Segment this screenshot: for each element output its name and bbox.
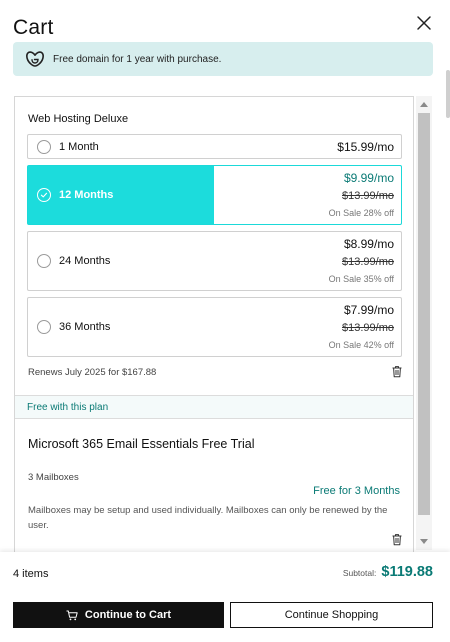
subtotal: Subtotal: $119.88 (343, 564, 433, 580)
term-original-price: $13.99/mo (342, 322, 394, 334)
term-sale-text: On Sale 42% off (328, 340, 394, 350)
term-option-36-months[interactable]: 36 Months $7.99/mo $13.99/mo On Sale 42%… (27, 297, 402, 357)
selected-highlight (28, 166, 214, 224)
term-label: 12 Months (59, 189, 114, 201)
radio-button[interactable] (37, 254, 51, 268)
cart-footer: 4 items Subtotal: $119.88 Continue to Ca… (0, 552, 450, 642)
check-circle-icon[interactable] (37, 188, 51, 202)
continue-shopping-label: Continue Shopping (284, 609, 379, 621)
term-label: 36 Months (59, 321, 111, 333)
addon-description: Mailboxes may be setup and used individu… (28, 505, 388, 531)
addon-free-text: Free for 3 Months (313, 485, 400, 497)
trash-icon[interactable] (391, 365, 403, 378)
shopping-cart-icon (66, 610, 78, 620)
radio-button[interactable] (37, 140, 51, 154)
page-title: Cart (13, 16, 54, 39)
close-icon[interactable] (413, 12, 435, 34)
items-count: 4 items (13, 568, 49, 580)
term-sale-text: On Sale 28% off (328, 208, 394, 218)
scroll-down-arrow-icon[interactable] (420, 539, 428, 544)
free-with-plan-bar: Free with this plan (15, 395, 413, 419)
subtotal-label: Subtotal: (342, 568, 377, 578)
scroll-thumb[interactable] (418, 113, 430, 515)
term-original-price: $13.99/mo (342, 190, 394, 202)
term-price: $9.99/mo (343, 171, 394, 185)
term-label: 24 Months (59, 255, 111, 267)
term-sale-text: On Sale 35% off (328, 274, 394, 284)
term-price: $8.99/mo (343, 237, 394, 251)
continue-to-cart-label: Continue to Cart (84, 609, 172, 621)
term-option-1-month[interactable]: 1 Month $15.99/mo (27, 134, 402, 159)
term-price: $7.99/mo (343, 303, 394, 317)
radio-button[interactable] (37, 320, 51, 334)
term-price: $15.99/mo (337, 140, 394, 154)
term-original-price: $13.99/mo (342, 256, 394, 268)
trash-icon[interactable] (391, 533, 403, 546)
promo-banner: Free domain for 1 year with purchase. (13, 42, 433, 76)
promo-text: Free domain for 1 year with purchase. (53, 53, 222, 65)
scroll-up-arrow-icon[interactable] (420, 102, 428, 107)
subtotal-value: $119.88 (381, 564, 433, 580)
term-label: 1 Month (59, 141, 99, 153)
mailbox-count: 3 Mailboxes (28, 472, 79, 483)
continue-to-cart-button[interactable]: Continue to Cart (13, 602, 224, 628)
addon-title: Microsoft 365 Email Essentials Free Tria… (28, 437, 255, 451)
page-scrollbar[interactable] (446, 70, 450, 118)
product-name: Web Hosting Deluxe (28, 113, 129, 125)
renewal-text: Renews July 2025 for $167.88 (28, 367, 157, 378)
term-option-24-months[interactable]: 24 Months $8.99/mo $13.99/mo On Sale 35%… (27, 231, 402, 291)
free-with-plan-label: Free with this plan (27, 402, 109, 413)
cart-scrollbar[interactable] (416, 96, 432, 550)
godaddy-logo-icon (26, 51, 44, 67)
term-option-12-months[interactable]: 12 Months $9.99/mo $13.99/mo On Sale 28%… (27, 165, 402, 225)
cart-header: Cart (13, 16, 437, 44)
continue-shopping-button[interactable]: Continue Shopping (230, 602, 433, 628)
cart-items-list[interactable]: Web Hosting Deluxe 1 Month $15.99/mo 12 … (14, 96, 414, 552)
